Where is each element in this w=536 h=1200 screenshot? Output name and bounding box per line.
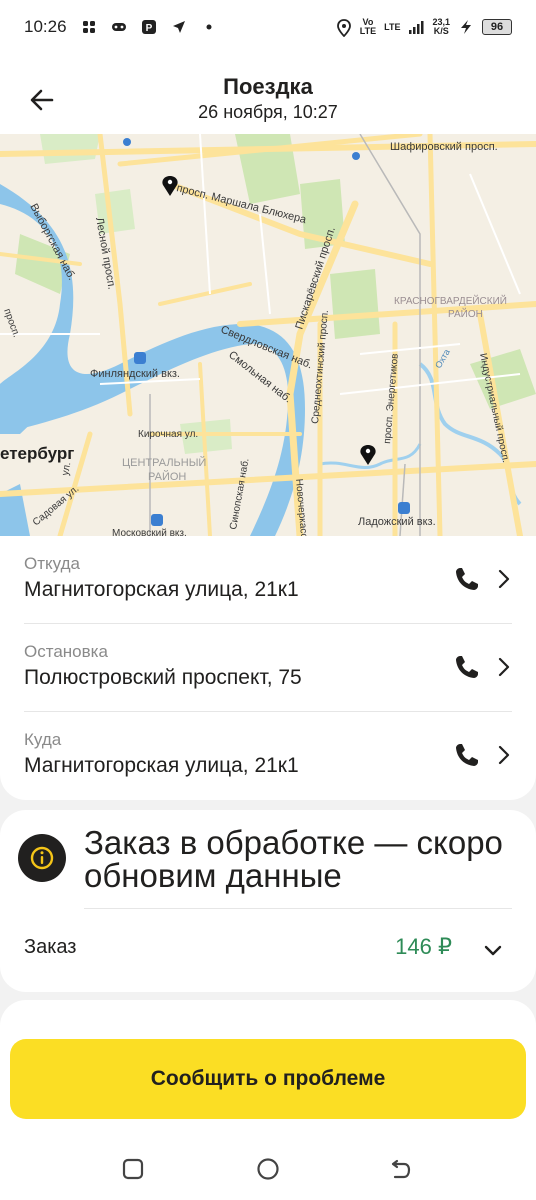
dot-icon [201,19,217,35]
map-label-centralny-2: РАЙОН [148,470,186,483]
map-label-peterburg: етербург [0,444,74,463]
charging-icon [458,19,474,35]
bottom-action-area: Сообщить о проблеме [0,1028,536,1138]
call-button[interactable] [452,652,482,682]
chevron-right-icon [496,656,512,678]
chevron-right-icon [496,568,512,590]
order-summary-row[interactable]: Заказ 146 ₽ [0,910,536,990]
chevron-down-icon[interactable] [484,944,502,956]
svg-text:P: P [145,23,152,34]
phone-icon [456,656,478,678]
map-label-kirochnaya: Кирочная ул. [138,429,198,440]
route-map[interactable]: Шафировский просп. просп. Маршала Блюхер… [0,134,536,536]
route-card: Откуда Магнитогорская улица, 21к1 Остано… [0,536,536,800]
phone-icon [456,568,478,590]
divider [84,908,512,909]
route-address: Магнитогорская улица, 21к1 [24,578,299,601]
order-price: 146 ₽ [395,934,452,959]
square-icon [122,1158,144,1180]
report-problem-button[interactable]: Сообщить о проблеме [10,1039,526,1119]
back-nav-icon [391,1159,411,1179]
back-nav-button[interactable] [384,1152,418,1186]
map-canvas[interactable]: Шафировский просп. просп. Маршала Блюхер… [0,134,536,536]
battery-indicator: 96 [482,19,512,35]
page-subtitle: 26 ноября, 10:27 [198,102,338,122]
speed-indicator: 23,1 K/S [432,18,450,36]
route-label: Остановка [24,642,108,661]
lte-indicator: LTE [384,21,401,32]
location-pin-icon [336,19,352,38]
circle-icon [257,1158,279,1180]
map-label-finlyandsky: Финляндский вкз. [90,368,180,380]
chevron-right-icon [496,744,512,766]
page-title: Поездка [223,74,313,99]
volte-lte-text: LTE [359,26,377,36]
route-label: Куда [24,730,62,749]
volte-indicator: Vo LTE [360,18,376,36]
route-address: Полюстровский проспект, 75 [24,666,302,689]
info-icon [18,834,66,882]
route-row-from[interactable]: Откуда Магнитогорская улица, 21к1 [24,536,512,624]
gamepad-icon [111,19,127,35]
phone-icon [456,744,478,766]
route-label: Откуда [24,554,80,573]
route-address: Магнитогорская улица, 21к1 [24,754,299,777]
map-label-krasnogvardeysky-1: КРАСНОГВАРДЕЙСКИЙ [394,294,507,307]
order-status-message: Заказ в обработке — скоро обновим данные [84,824,503,894]
map-label-moskovsky: Московский вкз. [112,528,187,536]
call-button[interactable] [452,740,482,770]
status-left: 10:26 P [24,17,217,37]
map-label-ul-left: ул. [60,461,73,476]
header: Поездка 26 ноября, 10:27 [0,54,536,134]
map-label-shafirovsky: Шафировский просп. [390,141,498,153]
system-nav-bar [0,1138,536,1200]
recent-apps-button[interactable] [116,1152,150,1186]
map-label-ladozhsky: Ладожский вкз. [358,516,436,528]
status-bar: 10:26 P Vo LTE LTE 23,1 K/S 96 [0,0,536,54]
location-arrow-icon [171,19,187,35]
speed-unit: K/S [433,26,449,36]
route-row-stop[interactable]: Остановка Полюстровский проспект, 75 [24,624,512,712]
status-right: Vo LTE LTE 23,1 K/S 96 [336,18,512,38]
map-label-krasnogvardeysky-2: РАЙОН [448,307,483,320]
signal-icon [408,19,424,35]
lte-text: LTE [384,21,401,32]
map-label-centralny-1: ЦЕНТРАЛЬНЫЙ [122,456,206,469]
route-row-to[interactable]: Куда Магнитогорская улица, 21к1 [24,712,512,800]
parking-app-icon: P [141,19,157,35]
slack-icon [81,19,97,35]
status-time: 10:26 [24,17,67,36]
order-label: Заказ [24,936,77,958]
call-button[interactable] [452,564,482,594]
home-button[interactable] [251,1152,285,1186]
order-status-card: Заказ в обработке — скоро обновим данные… [0,810,536,992]
